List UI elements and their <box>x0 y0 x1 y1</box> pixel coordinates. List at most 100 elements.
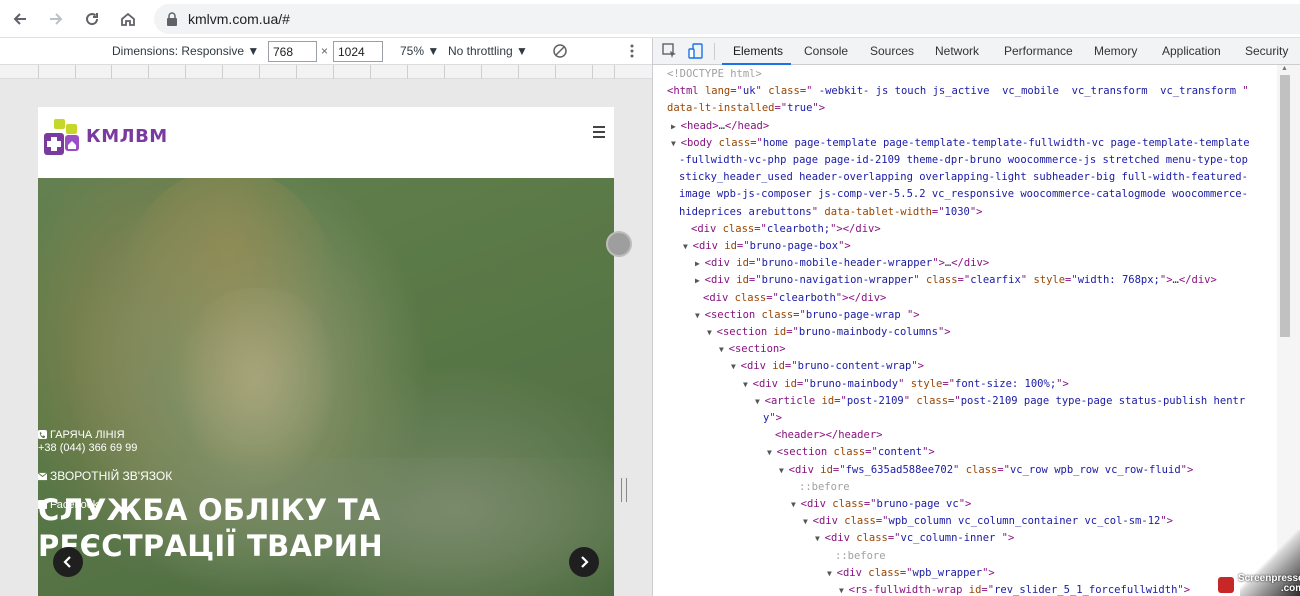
dom-node-line[interactable]: ▼ <article id="post-2109" class="post-21… <box>755 393 1245 410</box>
hero-title: СЛУЖБА ОБЛІКУ ТА РЕЄСТРАЦІЇ ТВАРИН <box>38 492 383 564</box>
slider-prev-button[interactable] <box>53 547 83 577</box>
screenpresso-logo <box>1218 577 1234 593</box>
dom-node-line[interactable]: -fullwidth-vc-php page page-id-2109 them… <box>679 152 1248 169</box>
tab-application[interactable]: Application <box>1162 44 1221 58</box>
dom-node-line[interactable]: <div class="clearboth;"></div> <box>691 221 881 238</box>
hero-slider: ГАРЯЧА ЛІНІЯ +38 (044) 366 69 99 ЗВОРОТН… <box>38 178 614 596</box>
dimensions-dropdown[interactable]: Dimensions: Responsive ▼ <box>112 44 259 58</box>
slider-next-button[interactable] <box>569 547 599 577</box>
reload-icon <box>86 12 99 25</box>
tab-performance[interactable]: Performance <box>1004 44 1073 58</box>
collapse-triangle-icon: ▼ <box>779 465 789 475</box>
dom-node-line[interactable]: ▼ <div class="bruno-page vc"> <box>791 496 971 513</box>
dom-node-line[interactable]: <!DOCTYPE html> <box>667 66 762 83</box>
collapse-triangle-icon: ▼ <box>743 379 753 389</box>
dom-node-line[interactable]: ▼ <section class="bruno-page-wrap "> <box>695 307 920 324</box>
collapse-triangle-icon: ▼ <box>791 500 801 509</box>
dom-node-line[interactable]: ▼ <div class="wpb_column vc_column_conta… <box>803 513 1173 530</box>
address-bar[interactable]: kmlvm.com.ua/# <box>154 3 1300 34</box>
home-button[interactable] <box>112 3 144 35</box>
hotline-phone[interactable]: +38 (044) 366 69 99 <box>38 442 137 454</box>
dom-node-line[interactable]: ▼ <div id="fws_635ad588ee702" class="vc_… <box>779 462 1193 479</box>
dom-node-line[interactable]: ▶ <div id="bruno-mobile-header-wrapper">… <box>695 255 989 272</box>
menu-burger-icon[interactable] <box>593 126 605 138</box>
tab-console[interactable]: Console <box>804 44 848 58</box>
devtools-panel: Elements Console Sources Network Perform… <box>652 38 1300 596</box>
dom-node-line[interactable]: ▼ <div class="wpb_wrapper"> <box>827 565 995 582</box>
device-toolbar: Dimensions: Responsive ▼ × 75% ▼ No thro… <box>0 38 652 65</box>
expand-triangle-icon: ▶ <box>695 259 705 269</box>
zoom-dropdown[interactable]: 75% ▼ <box>400 44 439 58</box>
collapse-triangle-icon: ▼ <box>815 534 825 544</box>
lock-icon <box>167 11 177 26</box>
dom-node-line[interactable]: hideprices arebuttons" data-tablet-width… <box>679 204 983 221</box>
times-sign: × <box>321 44 329 58</box>
expand-triangle-icon: ▶ <box>671 121 681 131</box>
tab-memory[interactable]: Memory <box>1094 44 1137 58</box>
url-text: kmlvm.com.ua/# <box>188 10 290 27</box>
arrow-right-icon <box>50 12 63 25</box>
inspect-element-icon[interactable] <box>662 43 678 59</box>
devtools-tabbar: Elements Console Sources Network Perform… <box>653 38 1300 65</box>
forward-button[interactable] <box>40 3 72 35</box>
collapse-triangle-icon: ▼ <box>755 396 765 406</box>
dom-node-line[interactable]: ▼ <section class="content"> <box>767 444 935 461</box>
device-frame: КМЛВМ ГАРЯЧА ЛІНІЯ +38 (044) 366 69 99 З… <box>38 107 614 596</box>
dom-node-line[interactable]: sticky_header_used header-overlapping ov… <box>679 169 1248 186</box>
dom-node-line[interactable]: ▼ <div class="vc_column-inner "> <box>815 530 1014 547</box>
dom-node-line[interactable]: ▼ <body class="home page-template page-t… <box>671 135 1250 152</box>
dom-node-line[interactable]: ▼ <rs-fullwidth-wrap id="rev_slider_5_1_… <box>839 582 1190 596</box>
dom-node-line[interactable]: ▼ <section id="bruno-mainbody-columns"> <box>707 324 951 341</box>
collapse-triangle-icon: ▼ <box>707 328 717 337</box>
dom-node-line[interactable]: <html lang="uk" class=" -webkit- js touc… <box>667 83 1249 100</box>
reload-button[interactable] <box>76 3 108 35</box>
feedback-link[interactable]: ЗВОРОТНІЙ ЗВ'ЯЗОК <box>38 469 172 483</box>
collapse-triangle-icon: ▼ <box>671 138 681 148</box>
device-toggle-icon[interactable] <box>688 43 704 59</box>
height-input[interactable] <box>333 41 383 62</box>
collapse-triangle-icon: ▼ <box>695 310 705 320</box>
dom-node-line[interactable]: y"> <box>763 410 782 427</box>
dom-node-line[interactable]: ▼ <div id="bruno-content-wrap"> <box>731 358 924 375</box>
dom-tree[interactable]: <!DOCTYPE html> <html lang="uk" class=" -… <box>653 65 1277 596</box>
browser-toolbar: kmlvm.com.ua/# <box>0 0 1300 38</box>
throttling-dropdown[interactable]: No throttling ▼ <box>448 44 528 58</box>
hotline-label: ГАРЯЧА ЛІНІЯ <box>38 429 125 441</box>
dom-node-line[interactable]: <header></header> <box>775 427 882 444</box>
phone-icon <box>38 430 47 439</box>
dom-node-line[interactable]: data-lt-installed="true"> <box>667 100 825 117</box>
dom-node-line[interactable]: <div class="clearboth"></div> <box>703 290 886 307</box>
dom-node-line[interactable]: ▼ <div id="bruno-mainbody" style="font-s… <box>743 376 1069 393</box>
dom-node-line[interactable]: ▶ <div id="bruno-navigation-wrapper" cla… <box>695 272 1217 289</box>
collapse-triangle-icon: ▼ <box>839 586 849 595</box>
tab-elements[interactable]: Elements <box>733 44 783 58</box>
tab-network[interactable]: Network <box>935 44 979 58</box>
dom-node-line[interactable]: ::before <box>799 479 850 496</box>
arrow-left-icon <box>13 12 26 25</box>
rotate-icon[interactable] <box>552 43 568 59</box>
collapse-triangle-icon: ▼ <box>827 568 837 578</box>
back-button[interactable] <box>4 3 36 35</box>
dom-node-line[interactable]: ▼ <section> <box>719 341 786 358</box>
dom-node-line[interactable]: ▶ <head>…</head> <box>671 118 769 135</box>
width-input[interactable] <box>268 41 317 62</box>
chevron-left-icon <box>63 556 71 568</box>
dom-node-line[interactable]: ::before <box>835 548 886 565</box>
dom-node-line[interactable]: ▼ <div id="bruno-page-box"> <box>683 238 851 255</box>
more-options-icon[interactable] <box>628 43 636 59</box>
dom-node-line[interactable]: image wpb-js-composer js-comp-ver-5.5.2 … <box>679 186 1248 203</box>
collapse-triangle-icon: ▼ <box>731 362 741 372</box>
home-icon <box>121 12 135 26</box>
media-query-ruler <box>0 65 652 79</box>
responsive-viewport: КМЛВМ ГАРЯЧА ЛІНІЯ +38 (044) 366 69 99 З… <box>0 65 652 596</box>
viewport-resize-handle[interactable] <box>621 478 627 502</box>
logo-text: КМЛВМ <box>86 126 168 147</box>
collapse-triangle-icon: ▼ <box>683 242 693 251</box>
screenpresso-watermark: Screenpresso .com <box>1210 560 1300 596</box>
dom-scrollbar[interactable]: ▲ <box>1277 65 1300 596</box>
collapse-triangle-icon: ▼ <box>719 345 729 355</box>
hero-title-line2: РЕЄСТРАЦІЇ ТВАРИН <box>38 529 383 563</box>
tab-security[interactable]: Security <box>1245 44 1288 58</box>
touch-cursor <box>606 231 632 257</box>
tab-sources[interactable]: Sources <box>870 44 914 58</box>
